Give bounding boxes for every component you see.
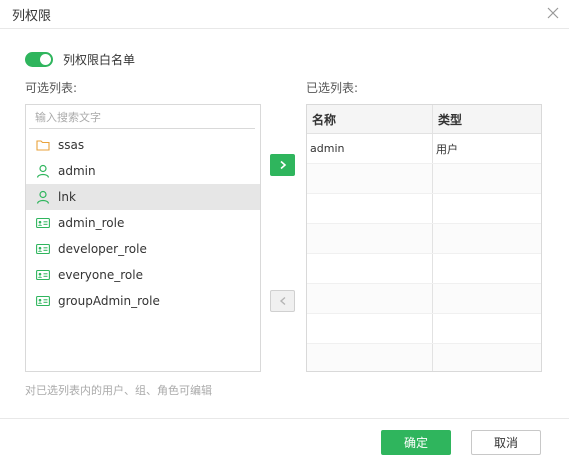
- empty-row: [307, 343, 541, 371]
- empty-row: [307, 253, 541, 284]
- user-icon: [36, 164, 50, 178]
- list-item-label: lnk: [58, 190, 76, 204]
- empty-cell: [307, 283, 433, 314]
- list-item[interactable]: admin_role: [26, 210, 260, 236]
- list-item[interactable]: ssas: [26, 132, 260, 158]
- empty-cell: [307, 223, 433, 254]
- empty-row: [307, 283, 541, 314]
- whitelist-toggle[interactable]: [25, 51, 53, 67]
- toggle-knob: [40, 53, 51, 65]
- selected-table: 名称 类型 admin 用户: [307, 105, 541, 371]
- available-list: ssas admin lnk admin_role developer_roleever…: [26, 132, 260, 314]
- list-item-label: developer_role: [58, 242, 147, 256]
- list-item-label: groupAdmin_role: [58, 294, 160, 308]
- list-item[interactable]: admin: [26, 158, 260, 184]
- empty-cell: [307, 313, 433, 344]
- dialog-title: 列权限: [12, 9, 52, 24]
- empty-row: [307, 163, 541, 194]
- empty-cell: [307, 163, 433, 194]
- role-card-icon: [36, 268, 50, 282]
- role-card-icon: [36, 242, 50, 256]
- ok-button[interactable]: 确定: [381, 430, 451, 455]
- list-item[interactable]: everyone_role: [26, 262, 260, 288]
- table-row[interactable]: admin 用户: [307, 133, 541, 164]
- selected-list-panel: 名称 类型 admin 用户: [306, 104, 542, 372]
- list-item[interactable]: lnk: [26, 184, 260, 210]
- empty-cell: [432, 283, 541, 314]
- cell-type: 用户: [432, 133, 541, 164]
- empty-cell: [432, 163, 541, 194]
- list-item-label: admin: [58, 164, 96, 178]
- close-icon[interactable]: [544, 4, 562, 22]
- selected-list-label: 已选列表:: [306, 81, 359, 95]
- cell-name: admin: [307, 133, 433, 164]
- column-permission-dialog: 列权限 列权限白名单 可选列表: 已选列表: ssas admin lnk admin…: [0, 0, 569, 468]
- empty-cell: [432, 223, 541, 254]
- empty-cell: [432, 253, 541, 284]
- dialog-header: 列权限: [0, 0, 569, 29]
- empty-row: [307, 313, 541, 344]
- cancel-button[interactable]: 取消: [471, 430, 541, 455]
- search-input[interactable]: [29, 107, 255, 129]
- user-icon: [36, 190, 50, 204]
- chevron-left-icon: [279, 296, 285, 306]
- chevron-right-icon: [279, 160, 286, 170]
- move-left-button[interactable]: [270, 290, 295, 312]
- list-item[interactable]: developer_role: [26, 236, 260, 262]
- empty-cell: [432, 343, 541, 371]
- available-list-label: 可选列表:: [25, 81, 78, 95]
- hint-text: 对已选列表内的用户、组、角色可编辑: [25, 384, 212, 397]
- list-item[interactable]: groupAdmin_role: [26, 288, 260, 314]
- empty-cell: [307, 343, 433, 371]
- role-card-icon: [36, 216, 50, 230]
- empty-cell: [307, 193, 433, 224]
- empty-row: [307, 193, 541, 224]
- folder-icon: [36, 138, 50, 152]
- available-list-panel: ssas admin lnk admin_role developer_roleever…: [25, 104, 261, 372]
- empty-cell: [307, 253, 433, 284]
- empty-row: [307, 223, 541, 254]
- move-right-button[interactable]: [270, 154, 295, 176]
- column-header-type[interactable]: 类型: [432, 105, 541, 134]
- whitelist-toggle-row: 列权限白名单: [25, 51, 135, 67]
- role-card-icon: [36, 294, 50, 308]
- whitelist-label: 列权限白名单: [63, 52, 136, 67]
- list-item-label: admin_role: [58, 216, 125, 230]
- empty-cell: [432, 313, 541, 344]
- list-item-label: ssas: [58, 138, 85, 152]
- empty-cell: [432, 193, 541, 224]
- column-header-name[interactable]: 名称: [307, 105, 433, 134]
- list-item-label: everyone_role: [58, 268, 143, 282]
